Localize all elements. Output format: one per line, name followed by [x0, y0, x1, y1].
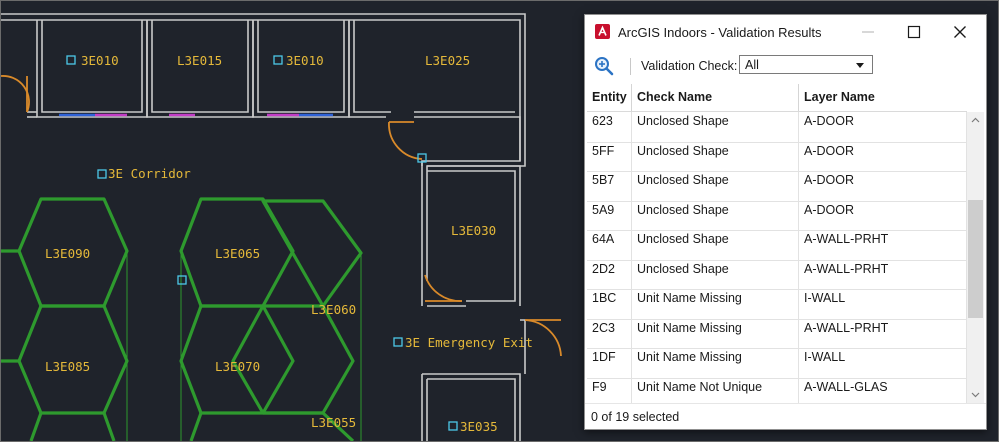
zoom-in-icon	[595, 57, 614, 76]
chevron-down-icon	[856, 63, 864, 68]
table-body: 623 Unclosed Shape A-DOOR 5FF Unclosed S…	[587, 112, 967, 403]
column-header-entity[interactable]: Entity	[587, 84, 632, 111]
cell-check-name: Unit Name Missing	[632, 318, 799, 348]
selection-status: 0 of 19 selected	[591, 410, 680, 424]
table-row[interactable]: 5FF Unclosed Shape A-DOOR	[587, 141, 967, 172]
scroll-down-button[interactable]	[967, 386, 984, 403]
room-label-3e-emergency-exit: 3E Emergency Exit	[405, 335, 533, 350]
close-icon	[954, 26, 966, 38]
cell-layer-name: A-WALL-PRHT	[799, 259, 967, 289]
cell-layer-name: A-DOOR	[799, 200, 967, 230]
cell-check-name: Unit Name Missing	[632, 348, 799, 378]
cell-entity: 623	[587, 112, 632, 142]
cell-entity: 1DF	[587, 348, 632, 378]
validation-results-window[interactable]: ArcGIS Indoors - Validation Results Vali…	[584, 14, 987, 430]
table-row[interactable]: 1DF Unit Name Missing I-WALL	[587, 348, 967, 379]
cell-check-name: Unit Name Missing	[632, 289, 799, 319]
cell-check-name: Unclosed Shape	[632, 200, 799, 230]
room-label-3e035: 3E035	[460, 419, 498, 434]
scrollbar-thumb[interactable]	[968, 200, 983, 318]
table-row[interactable]: 64A Unclosed Shape A-WALL-PRHT	[587, 230, 967, 261]
table-row[interactable]: 5A9 Unclosed Shape A-DOOR	[587, 200, 967, 231]
chevron-down-icon	[971, 392, 980, 398]
cell-entity: 2C3	[587, 318, 632, 348]
table-row[interactable]: 1BC Unit Name Missing I-WALL	[587, 289, 967, 320]
cell-check-name: Unclosed Shape	[632, 112, 799, 142]
title-bar[interactable]: ArcGIS Indoors - Validation Results	[585, 15, 986, 50]
cell-layer-name: I-WALL	[799, 289, 967, 319]
room-label-l3e060: L3E060	[311, 302, 356, 317]
cell-check-name: Unclosed Shape	[632, 171, 799, 201]
cell-layer-name: A-DOOR	[799, 171, 967, 201]
toolbar-separator	[630, 58, 631, 75]
table-row[interactable]: 5B7 Unclosed Shape A-DOOR	[587, 171, 967, 202]
cell-check-name: Unclosed Shape	[632, 259, 799, 289]
scroll-up-button[interactable]	[967, 112, 984, 129]
maximize-button[interactable]	[891, 15, 937, 49]
room-label-l3e025: L3E025	[425, 53, 470, 68]
cell-layer-name: A-WALL-GLAS	[799, 377, 967, 403]
table-row[interactable]: F9 Unit Name Not Unique A-WALL-GLAS	[587, 377, 967, 403]
cell-check-name: Unclosed Shape	[632, 141, 799, 171]
cell-entity: 1BC	[587, 289, 632, 319]
room-label-3e-corridor: 3E Corridor	[108, 166, 191, 181]
minimize-icon	[862, 31, 874, 33]
room-label-3e010-a: 3E010	[81, 53, 119, 68]
toolbar: Validation Check: All	[585, 51, 986, 81]
column-header-check-name[interactable]: Check Name	[632, 84, 799, 111]
room-label-l3e015: L3E015	[177, 53, 222, 68]
cell-check-name: Unit Name Not Unique	[632, 377, 799, 403]
arcgis-app-icon	[595, 24, 610, 39]
maximize-icon	[907, 25, 921, 39]
room-label-l3e070: L3E070	[215, 359, 260, 374]
minimize-button[interactable]	[845, 15, 891, 49]
cell-check-name: Unclosed Shape	[632, 230, 799, 260]
cell-entity: 5B7	[587, 171, 632, 201]
room-label-3e010-b: 3E010	[286, 53, 324, 68]
table-header: Entity Check Name Layer Name	[587, 84, 967, 112]
validation-check-value: All	[745, 58, 759, 72]
zoom-to-button[interactable]	[593, 55, 615, 77]
cell-layer-name: A-WALL-PRHT	[799, 318, 967, 348]
cell-entity: 64A	[587, 230, 632, 260]
table-row[interactable]: 623 Unclosed Shape A-DOOR	[587, 112, 967, 143]
status-bar: 0 of 19 selected	[585, 403, 986, 430]
room-label-l3e065: L3E065	[215, 246, 260, 261]
window-title: ArcGIS Indoors - Validation Results	[618, 25, 822, 40]
validation-results-table[interactable]: Entity Check Name Layer Name 623 Unclose…	[587, 84, 967, 403]
room-label-l3e030: L3E030	[451, 223, 496, 238]
cell-layer-name: A-WALL-PRHT	[799, 230, 967, 260]
screenshot-frame: 3E010 L3E015 3E010 L3E025 3E Corridor L3…	[0, 0, 999, 442]
cell-layer-name: A-DOOR	[799, 112, 967, 142]
vertical-scrollbar[interactable]	[967, 112, 984, 403]
room-label-l3e085: L3E085	[45, 359, 90, 374]
cell-layer-name: I-WALL	[799, 348, 967, 378]
cell-layer-name: A-DOOR	[799, 141, 967, 171]
validation-check-label: Validation Check:	[641, 59, 738, 73]
column-header-layer-name[interactable]: Layer Name	[799, 84, 967, 111]
table-row[interactable]: 2D2 Unclosed Shape A-WALL-PRHT	[587, 259, 967, 290]
cell-entity: F9	[587, 377, 632, 403]
validation-check-dropdown[interactable]: All	[739, 55, 873, 74]
room-label-l3e090: L3E090	[45, 246, 90, 261]
close-button[interactable]	[937, 15, 983, 49]
room-label-l3e055: L3E055	[311, 415, 356, 430]
table-row[interactable]: 2C3 Unit Name Missing A-WALL-PRHT	[587, 318, 967, 349]
cell-entity: 5A9	[587, 200, 632, 230]
cell-entity: 5FF	[587, 141, 632, 171]
cell-entity: 2D2	[587, 259, 632, 289]
chevron-up-icon	[971, 117, 980, 123]
